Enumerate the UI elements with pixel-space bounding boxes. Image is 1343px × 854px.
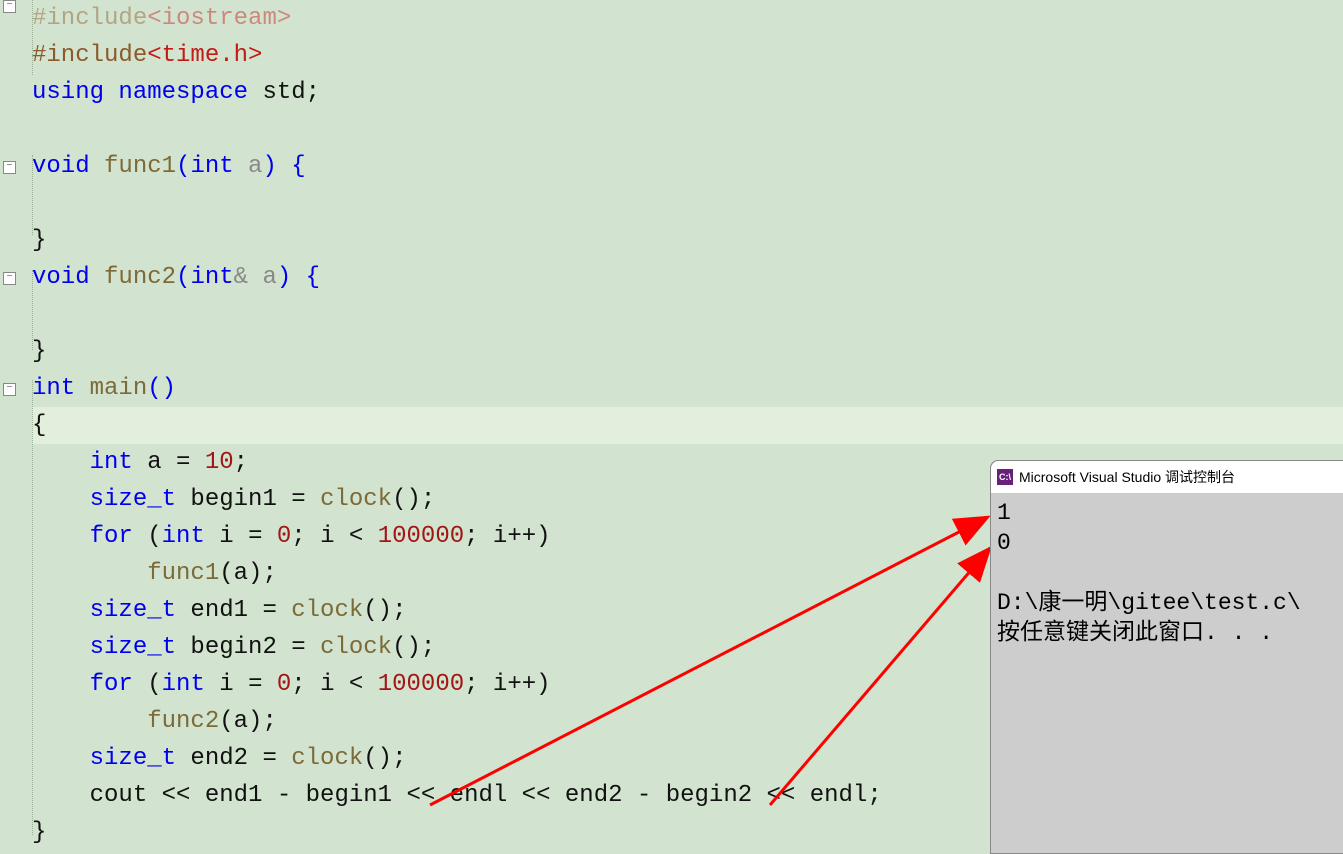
code-line[interactable]: int main() [32,370,1343,407]
console-title-text: Microsoft Visual Studio 调试控制台 [1019,467,1235,487]
fold-gutter: − − − − [0,0,18,851]
console-icon: C:\ [997,469,1013,485]
code-line[interactable]: void func2(int& a) { [32,259,1343,296]
code-line[interactable]: #include<iostream> [32,0,1343,37]
code-line[interactable] [32,296,1343,333]
code-line-highlighted[interactable]: { [32,407,1343,444]
code-line[interactable]: using namespace std; [32,74,1343,111]
code-line[interactable] [32,185,1343,222]
console-line: 1 [997,500,1011,526]
code-line[interactable]: void func1(int a) { [32,148,1343,185]
fold-button[interactable]: − [3,161,16,174]
debug-console-window[interactable]: C:\ Microsoft Visual Studio 调试控制台 1 0 D:… [990,460,1343,854]
fold-button[interactable]: − [3,0,16,13]
code-line[interactable]: } [32,333,1343,370]
console-line: 0 [997,530,1011,556]
console-titlebar[interactable]: C:\ Microsoft Visual Studio 调试控制台 [991,461,1343,494]
code-line[interactable]: #include<time.h> [32,37,1343,74]
console-line: 按任意键关闭此窗口. . . [997,620,1273,646]
code-line[interactable] [32,111,1343,148]
console-line: D:\康一明\gitee\test.c\ [997,590,1301,616]
fold-button[interactable]: − [3,272,16,285]
console-output[interactable]: 1 0 D:\康一明\gitee\test.c\ 按任意键关闭此窗口. . . [991,494,1343,652]
fold-button[interactable]: − [3,383,16,396]
code-line[interactable]: } [32,222,1343,259]
